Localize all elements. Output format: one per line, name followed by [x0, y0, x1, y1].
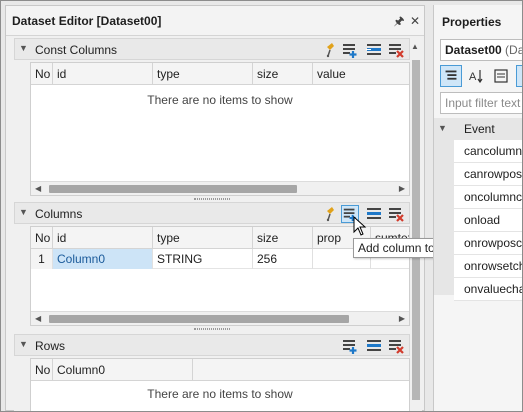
size-cell[interactable]: 256: [253, 249, 313, 269]
insert-row-icon[interactable]: [365, 337, 383, 355]
rows-grid[interactable]: No Column0 There are no items to show: [30, 358, 410, 411]
collapse-chevron-icon[interactable]: ▼: [19, 207, 28, 217]
property-pages-icon[interactable]: [490, 65, 512, 87]
scroll-right-icon[interactable]: ▶: [399, 184, 405, 193]
type-cell[interactable]: STRING: [153, 249, 253, 269]
scrollbar-thumb[interactable]: [412, 60, 420, 400]
editor-header: Dataset Editor [Dataset00] 🖈 ✕: [6, 6, 424, 36]
column-header[interactable]: type: [153, 63, 253, 85]
row-number-cell[interactable]: 1: [31, 249, 53, 269]
events-view-button[interactable]: [516, 65, 522, 87]
editor-title: Dataset Editor [Dataset00]: [12, 14, 162, 28]
add-row-icon[interactable]: [341, 337, 359, 355]
const-columns-section-bar[interactable]: ▼ Const Columns: [14, 38, 410, 60]
column-header[interactable]: Column0: [53, 359, 193, 381]
property-item[interactable]: cancolumnchange: [454, 140, 522, 163]
property-item[interactable]: onvaluechanged: [454, 278, 522, 301]
svg-text:A: A: [469, 71, 477, 83]
object-name: Dataset00: [445, 43, 502, 57]
properties-toolbar: A: [440, 65, 522, 87]
object-type: (Da: [505, 43, 523, 57]
properties-title: Properties: [442, 15, 502, 29]
collapse-chevron-icon[interactable]: ▼: [438, 123, 447, 133]
insert-column-icon[interactable]: [365, 205, 383, 223]
property-item[interactable]: oncolumnchanged: [454, 186, 522, 209]
column-header[interactable]: size: [253, 63, 313, 85]
column-header[interactable]: id: [53, 63, 153, 85]
column-header[interactable]: size: [253, 227, 313, 249]
const-columns-title: Const Columns: [35, 43, 118, 57]
id-cell[interactable]: Column0: [53, 249, 153, 269]
columns-section-bar[interactable]: ▼ Columns: [14, 202, 410, 224]
property-item[interactable]: canrowposchange: [454, 163, 522, 186]
empty-message: There are no items to show: [147, 387, 293, 401]
add-column-icon[interactable]: [341, 41, 359, 59]
section-splitter[interactable]: [14, 326, 410, 332]
column-header[interactable]: No: [31, 359, 53, 381]
columns-title: Columns: [35, 207, 83, 221]
column-header[interactable]: id: [53, 227, 153, 249]
rows-section-bar[interactable]: ▼ Rows: [14, 334, 410, 356]
property-item[interactable]: onload: [454, 209, 522, 232]
vertical-scrollbar[interactable]: ▲: [410, 38, 422, 411]
properties-panel: Properties Dataset00 (Da A Input filter …: [433, 5, 523, 411]
object-selector[interactable]: Dataset00 (Da: [440, 39, 523, 61]
event-category[interactable]: ▼ Event: [434, 118, 522, 140]
category-label: Event: [464, 122, 495, 136]
filter-icon[interactable]: [323, 205, 341, 223]
scrollbar-thumb[interactable]: [49, 185, 297, 193]
column-header[interactable]: No: [31, 63, 53, 85]
mouse-cursor-icon: [353, 216, 367, 236]
close-icon[interactable]: ✕: [408, 14, 422, 28]
delete-column-icon[interactable]: [387, 205, 405, 223]
column-header[interactable]: No: [31, 227, 53, 249]
column-header[interactable]: type: [153, 227, 253, 249]
app-window: Dataset Editor [Dataset00] 🖈 ✕ ▼ Const C…: [0, 0, 523, 412]
property-item[interactable]: onrowsetchanged: [454, 255, 522, 278]
collapse-chevron-icon[interactable]: ▼: [19, 339, 28, 349]
insert-column-icon[interactable]: [365, 41, 383, 59]
pin-icon[interactable]: 🖈: [392, 14, 406, 28]
categorized-view-icon[interactable]: [440, 65, 462, 87]
scroll-left-icon[interactable]: ◀: [35, 184, 41, 193]
sort-alphabetical-icon[interactable]: A: [466, 65, 488, 87]
filter-input[interactable]: Input filter text: [440, 92, 522, 114]
horizontal-scrollbar[interactable]: ◀ ▶: [31, 181, 409, 195]
scroll-right-icon[interactable]: ▶: [399, 314, 405, 323]
property-gutter: [434, 140, 454, 295]
scrollbar-thumb[interactable]: [49, 315, 349, 323]
horizontal-scrollbar[interactable]: ◀ ▶: [31, 311, 409, 325]
scroll-left-icon[interactable]: ◀: [35, 314, 41, 323]
empty-message: There are no items to show: [147, 93, 293, 107]
column-header[interactable]: value: [313, 63, 409, 85]
delete-column-icon[interactable]: [387, 41, 405, 59]
collapse-chevron-icon[interactable]: ▼: [19, 43, 28, 53]
rows-header-row: No Column0: [31, 359, 409, 381]
const-columns-grid[interactable]: No id type size value There are no items…: [30, 62, 410, 196]
property-item[interactable]: onrowposchanged: [454, 232, 522, 255]
const-columns-header-row: No id type size value: [31, 63, 409, 85]
filter-icon[interactable]: [323, 41, 341, 59]
delete-row-icon[interactable]: [387, 337, 405, 355]
dataset-editor-panel: Dataset Editor [Dataset00] 🖈 ✕ ▼ Const C…: [5, 5, 425, 411]
scroll-up-icon[interactable]: ▲: [411, 42, 419, 51]
rows-title: Rows: [35, 339, 66, 353]
